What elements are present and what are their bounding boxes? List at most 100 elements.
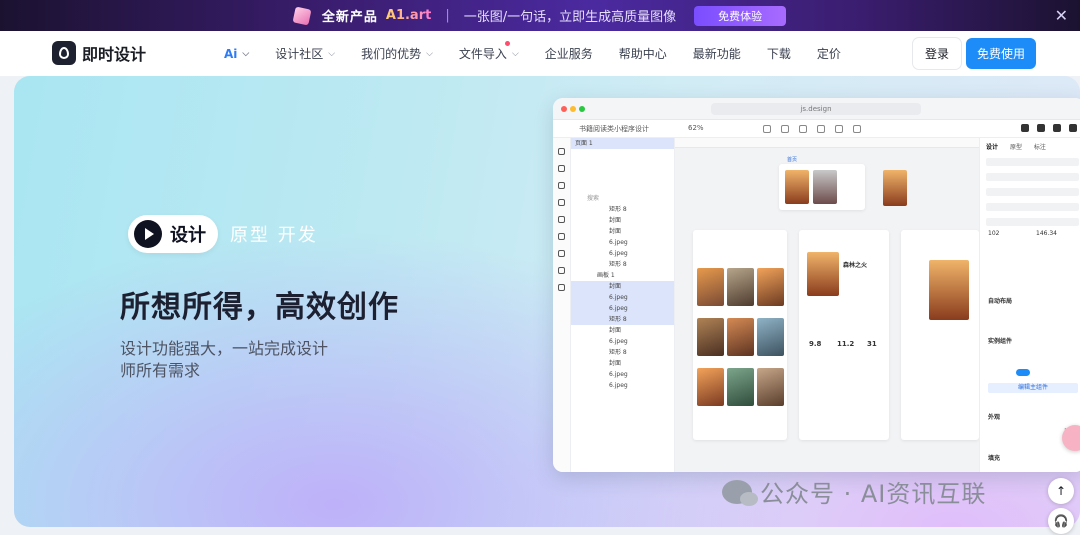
play-logo-icon [134, 220, 162, 248]
main-nav: 即时设计 Ai ⌵ 设计社区 ⌵ 我们的优势 ⌵ 文件导入 ⌵ 企业服务 帮助中心 最新… [0, 31, 1080, 76]
logo-text: 即时设计 [82, 45, 147, 64]
nav-menu: Ai ⌵ 设计社区 ⌵ 我们的优势 ⌵ 文件导入 ⌵ 企业服务 帮助中心 最新功能 下载… [224, 31, 867, 76]
chevron-down-icon: ⌵ [426, 48, 433, 59]
logo-drop-icon [52, 41, 76, 65]
nav-item-whats-new[interactable]: 最新功能 [693, 45, 741, 62]
watermark-text: 公众号 · AI资讯互联 [760, 480, 987, 508]
frame-label: 首页 [787, 157, 798, 163]
stat-value: 31 [867, 340, 877, 348]
nav-item-label: Ai [224, 46, 238, 61]
signup-button[interactable]: 免费使用 [966, 38, 1036, 69]
promo-banner[interactable]: 全新产品 A1.art | 一张图/一句话，立即生成高质量图像 免费体验 ✕ [0, 0, 1080, 31]
layer-row: 封面 [609, 360, 622, 367]
pill-secondary: 原型 开发 [230, 225, 318, 246]
layer-row: 封面 [609, 327, 622, 334]
h-value[interactable]: 146.34 [1036, 230, 1057, 237]
pill-box: 设计 [128, 215, 218, 253]
tab-prototype[interactable]: 原型 [1010, 142, 1022, 151]
nav-item-label: 帮助中心 [618, 47, 667, 61]
stat-value: 11.2 [837, 340, 855, 348]
tool-sidebar [553, 138, 571, 472]
layer-row: 6.jpeg [571, 303, 674, 314]
share-icons [1021, 124, 1077, 132]
promo-description: 一张图/一句话，立即生成高质量图像 [463, 10, 677, 25]
nav-item-label: 最新功能 [692, 47, 741, 61]
layers-panel: 页面 1 搜索 矩形 8 封面 封面 6.jpeg 6.jpeg 矩形 8 画板… [571, 138, 675, 472]
appearance-label: 外观 [988, 414, 1001, 421]
gem-icon [292, 6, 312, 25]
layer-row: 6.jpeg [571, 292, 674, 303]
promo-separator: | [445, 8, 450, 23]
properties-panel: 设计 原型 标注 102 146.34 自动布局 实例组件 编辑主组件 外观 1… [979, 138, 1080, 472]
layer-row: 封面 [571, 281, 674, 292]
nav-item-import[interactable]: 文件导入 ⌵ [459, 41, 519, 62]
tab-design[interactable]: 设计 [986, 142, 998, 151]
layer-row: 画板 1 [597, 272, 615, 279]
headset-icon[interactable]: 🎧 [1048, 508, 1074, 534]
promo-cta-button[interactable]: 免费体验 [694, 5, 787, 26]
layer-row: 封面 [609, 217, 622, 224]
layer-row: 6.jpeg [609, 371, 628, 378]
close-icon[interactable]: ✕ [1055, 6, 1068, 25]
hero-section: 设计 原型 开发 所想所得，高效创作 设计功能强大，一站完成设计师所有需求 js… [14, 76, 1080, 527]
ruler [675, 138, 979, 148]
phone-frame-home [693, 230, 787, 440]
promo-brand: A1.art [385, 8, 432, 23]
edit-component-button[interactable]: 编辑主组件 [988, 383, 1078, 393]
login-button[interactable]: 登录 [913, 38, 961, 69]
tool-icons [763, 125, 883, 133]
auto-layout-label: 自动布局 [988, 298, 1013, 305]
hero-headline: 所想所得，高效创作 [120, 290, 399, 325]
nav-item-label: 下载 [766, 47, 791, 61]
layer-row: 6.jpeg [609, 382, 628, 389]
nav-item-community[interactable]: 设计社区 ⌵ [275, 45, 335, 62]
layer-row: 6.jpeg [609, 239, 628, 246]
window-minimize-dot-icon [570, 106, 576, 112]
chevron-down-icon: ⌵ [511, 48, 519, 59]
hero-subtitle: 设计功能强大，一站完成设计师所有需求 [120, 339, 329, 380]
nav-item-label: 我们的优势 [361, 47, 422, 61]
nav-item-label: 定价 [816, 47, 841, 61]
scroll-top-icon[interactable]: ↑ [1048, 478, 1074, 504]
layer-row: 矩形 8 [609, 206, 627, 213]
logo[interactable]: 即时设计 [52, 41, 146, 65]
nav-item-ai[interactable]: Ai ⌵ [224, 47, 249, 61]
book-title: 森林之火 [843, 262, 868, 269]
toggle-switch[interactable] [1016, 369, 1030, 376]
instance-label: 实例组件 [988, 338, 1013, 345]
design-canvas: 首页 森林之火 9.8 11.2 31 [675, 138, 979, 472]
layer-row: 6.jpeg [609, 338, 628, 345]
nav-item-advantages[interactable]: 我们的优势 ⌵ [361, 45, 433, 62]
layer-row: 矩形 8 [571, 314, 674, 325]
book-cover [883, 170, 907, 206]
wechat-icon [722, 479, 758, 506]
tab-annotate[interactable]: 标注 [1034, 142, 1046, 151]
fill-label: 填充 [988, 455, 1001, 462]
window-close-dot-icon [561, 106, 567, 112]
window-maximize-dot-icon [579, 106, 585, 112]
nav-item-help[interactable]: 帮助中心 [619, 45, 667, 62]
app-window-titlebar: js.design [553, 98, 1080, 120]
nav-item-download[interactable]: 下载 [767, 45, 791, 62]
stat-value: 9.8 [809, 340, 822, 348]
layer-row: 矩形 8 [609, 349, 627, 356]
nav-item-pricing[interactable]: 定价 [817, 45, 841, 62]
nav-item-label: 企业服务 [544, 47, 593, 61]
new-dot-icon [504, 41, 510, 46]
layer-row: 页面 1 [571, 138, 674, 149]
phone-frame-intro: 森林之火 9.8 11.2 31 [799, 230, 889, 440]
app-toolbar: 书籍阅读类小程序设计 62% [553, 120, 1080, 138]
nav-item-enterprise[interactable]: 企业服务 [545, 45, 593, 62]
cover-frame [779, 164, 865, 210]
phone-frame-detail [901, 230, 979, 440]
chevron-down-icon: ⌵ [242, 48, 250, 59]
zoom-level: 62% [688, 124, 704, 132]
url-bar: js.design [711, 103, 921, 115]
layer-row: 矩形 8 [609, 261, 627, 268]
product-pill: 设计 原型 开发 [128, 215, 318, 253]
promo-title: 全新产品 [321, 10, 378, 25]
w-value[interactable]: 102 [988, 230, 999, 237]
app-preview: js.design 书籍阅读类小程序设计 62% 页面 1 搜索 矩形 8 封面… [553, 98, 1080, 472]
pill-label: 设计 [170, 225, 206, 246]
chevron-down-icon: ⌵ [328, 48, 336, 59]
